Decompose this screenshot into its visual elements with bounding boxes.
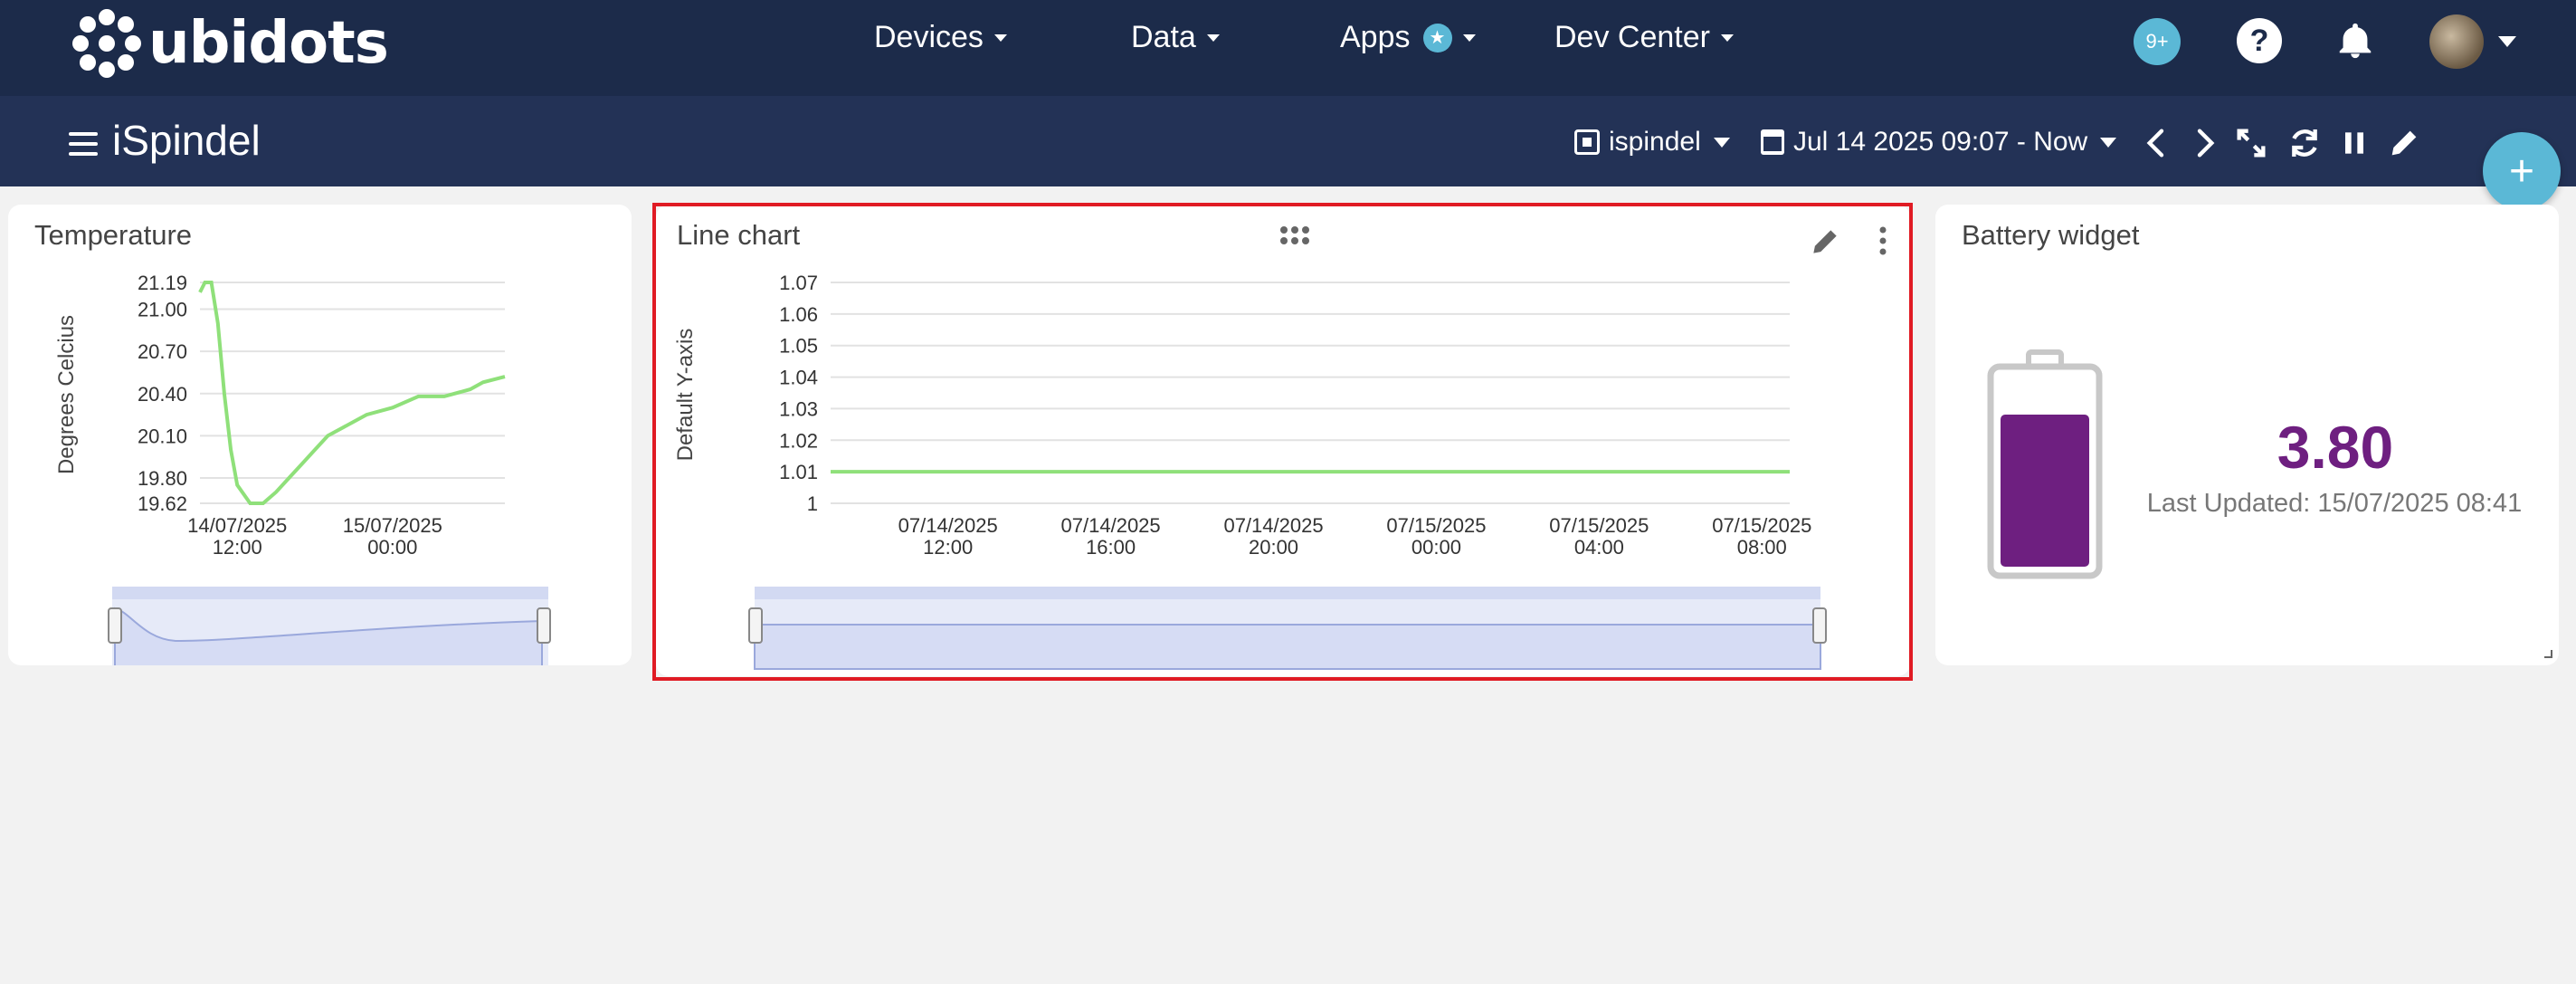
chip-icon [1574, 129, 1600, 155]
nav-dev-center[interactable]: Dev Center [1554, 20, 1734, 55]
chevron-down-icon [1206, 33, 1220, 42]
y-tick-label: 19.62 [138, 492, 187, 515]
nav-apps-label: Apps [1340, 20, 1411, 54]
navigator-right-handle[interactable] [537, 607, 551, 644]
y-tick-label: 1.04 [779, 367, 818, 389]
ubidots-logo[interactable]: ubidots [71, 5, 389, 81]
y-axis-label: Default Y-axis [673, 329, 698, 462]
nav-apps[interactable]: Apps ★ [1340, 20, 1476, 55]
dashboard-title: iSpindel [112, 117, 261, 164]
y-tick-label: 21.19 [138, 272, 187, 294]
resize-handle-icon[interactable] [2543, 648, 2553, 659]
y-tick-label: 20.40 [138, 383, 187, 406]
x-tick-label: 00:00 [367, 536, 417, 559]
notifications-count-badge[interactable]: 9+ [2134, 18, 2181, 65]
x-tick-label: 08:00 [1737, 536, 1787, 559]
x-tick-label: 12:00 [923, 536, 973, 559]
navigator-right-handle[interactable] [1812, 607, 1827, 644]
x-tick-label: 15/07/2025 [343, 514, 442, 537]
y-tick-label: 20.10 [138, 425, 187, 447]
navigator-scrollbar[interactable] [112, 587, 548, 599]
range-navigator[interactable] [108, 587, 551, 665]
x-tick-label: 14/07/2025 [187, 514, 287, 537]
chevron-down-icon [1713, 137, 1730, 148]
range-navigator[interactable] [748, 587, 1827, 670]
fullscreen-icon[interactable] [2233, 125, 2269, 161]
x-tick-label: 07/14/2025 [898, 514, 998, 537]
logo-dots-icon [71, 7, 143, 80]
refresh-icon[interactable] [2286, 125, 2323, 161]
chevron-down-icon[interactable] [2498, 36, 2516, 47]
navigator-left-handle[interactable] [108, 607, 122, 644]
battery-last-updated: Last Updated: 15/07/2025 08:41 [2146, 489, 2523, 518]
y-tick-label: 1.05 [779, 335, 818, 358]
y-tick-label: 19.80 [138, 467, 187, 490]
menu-icon[interactable] [69, 132, 98, 156]
nav-data-label: Data [1131, 20, 1196, 54]
x-tick-label: 04:00 [1574, 536, 1624, 559]
date-range-selector[interactable]: Jul 14 2025 09:07 - Now [1761, 127, 2117, 158]
help-icon[interactable]: ? [2237, 18, 2282, 63]
calendar-icon [1761, 129, 1784, 155]
x-tick-label: 07/14/2025 [1061, 514, 1161, 537]
navigator-series [754, 624, 1821, 670]
logo-text: ubidots [148, 10, 389, 77]
x-tick-label: 07/14/2025 [1223, 514, 1323, 537]
x-tick-label: 07/15/2025 [1386, 514, 1486, 537]
chevron-down-icon [1462, 33, 1476, 42]
y-tick-label: 1.06 [779, 303, 818, 326]
chevron-down-icon [2100, 137, 2117, 148]
battery-icon [1987, 349, 2103, 579]
navigator-left-handle[interactable] [748, 607, 763, 644]
y-tick-label: 1.02 [779, 429, 818, 452]
x-tick-label: 07/15/2025 [1712, 514, 1811, 537]
chevron-left-icon[interactable] [2139, 125, 2175, 161]
chevron-right-icon[interactable] [2186, 125, 2222, 161]
navigator-scrollbar[interactable] [755, 587, 1820, 599]
y-tick-label: 1 [807, 492, 818, 515]
user-avatar[interactable] [2429, 14, 2484, 69]
nav-data[interactable]: Data [1131, 20, 1220, 55]
battery-value: 3.80 [2277, 414, 2394, 481]
date-range-label: Jul 14 2025 09:07 - Now [1793, 127, 2088, 157]
x-tick-label: 07/15/2025 [1549, 514, 1649, 537]
chevron-down-icon [993, 33, 1007, 42]
y-axis-label: Degrees Celcius [54, 315, 79, 474]
temperature-chart[interactable]: Degrees Celcius 21.19 21.00 20.70 20.40 20.1… [8, 205, 632, 665]
x-tick-label: 16:00 [1086, 536, 1136, 559]
add-widget-button[interactable]: + [2483, 132, 2561, 210]
x-tick-label: 20:00 [1249, 536, 1298, 559]
top-navbar: ubidots Devices Data Apps ★ Dev Center 9… [0, 0, 2576, 96]
battery-level-fill [2001, 415, 2089, 567]
y-tick-label: 1.03 [779, 397, 818, 420]
nav-devices-label: Devices [874, 20, 984, 54]
bell-icon[interactable] [2334, 20, 2376, 62]
star-icon: ★ [1422, 23, 1452, 53]
x-tick-label: 12:00 [213, 536, 262, 559]
y-tick-label: 21.00 [138, 299, 187, 321]
y-tick-label: 20.70 [138, 340, 187, 363]
line-chart[interactable]: Default Y-axis 1 1.01 1.02 1.03 1.04 1.05 1.06… [656, 205, 1910, 676]
device-selector-label: ispindel [1609, 127, 1701, 157]
y-tick-label: 1.07 [779, 272, 818, 294]
y-tick-label: 1.01 [779, 461, 818, 483]
device-selector[interactable]: ispindel [1574, 127, 1730, 158]
x-tick-label: 00:00 [1412, 536, 1461, 559]
pencil-icon[interactable] [2386, 125, 2422, 161]
nav-devices[interactable]: Devices [874, 20, 1007, 55]
pause-icon[interactable] [2336, 125, 2372, 161]
chevron-down-icon [1720, 33, 1734, 42]
battery-widget-title: Battery widget [1962, 219, 2140, 251]
nav-dev-center-label: Dev Center [1554, 20, 1710, 54]
